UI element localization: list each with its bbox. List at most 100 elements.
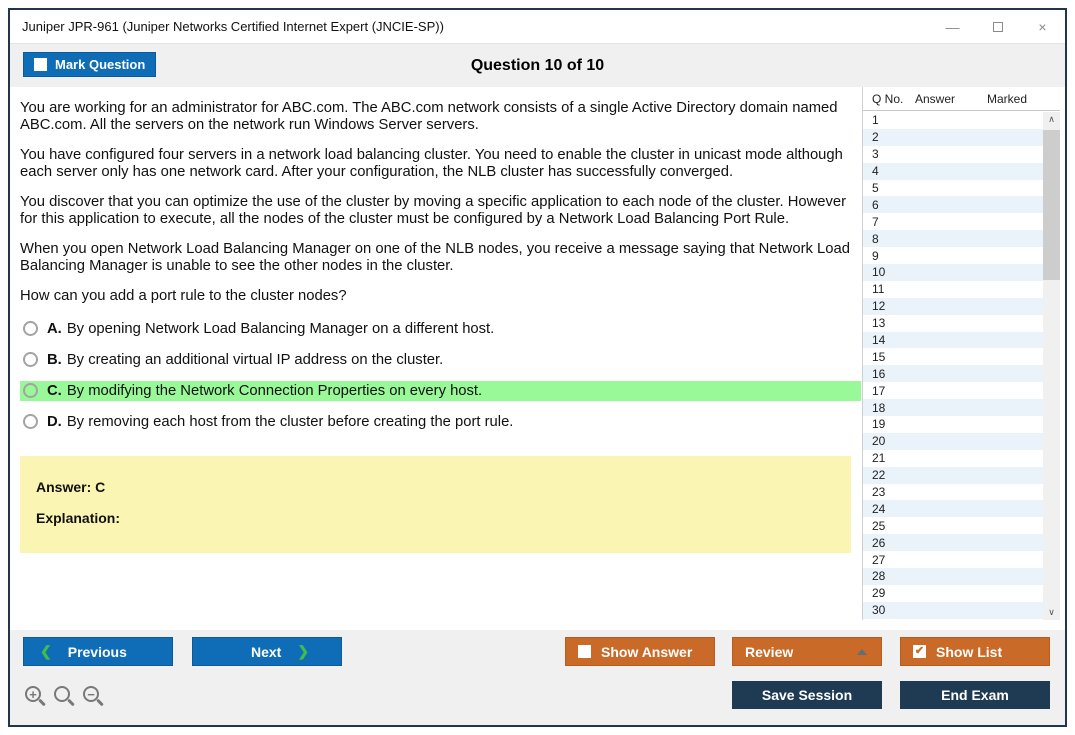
question-list-row[interactable]: 4: [863, 163, 1043, 180]
maximize-icon[interactable]: [975, 10, 1020, 43]
question-list-panel: Q No. Answer Marked 12345678910111213141…: [862, 87, 1060, 620]
row-qno: 14: [863, 333, 914, 347]
row-qno: 4: [863, 164, 914, 178]
option-row[interactable]: B.By creating an additional virtual IP a…: [20, 350, 861, 370]
scroll-up-icon[interactable]: ∧: [1043, 112, 1060, 127]
question-list-row[interactable]: 17: [863, 382, 1043, 399]
question-list-row[interactable]: 27: [863, 551, 1043, 568]
review-button[interactable]: Review: [732, 637, 882, 666]
row-qno: 2: [863, 130, 914, 144]
show-list-checkbox[interactable]: ✔: [913, 645, 926, 658]
zoom-reset-icon[interactable]: [54, 686, 70, 702]
row-qno: 27: [863, 553, 914, 567]
answer-options: A.By opening Network Load Balancing Mana…: [20, 319, 861, 432]
show-answer-checkbox[interactable]: [578, 645, 591, 658]
question-list-row[interactable]: 15: [863, 348, 1043, 365]
window-controls: — ×: [930, 10, 1065, 43]
save-session-label: Save Session: [762, 687, 852, 703]
question-list-row[interactable]: 25: [863, 517, 1043, 534]
question-list-row[interactable]: 2: [863, 129, 1043, 146]
window-title: Juniper JPR-961 (Juniper Networks Certif…: [10, 19, 444, 34]
question-list-row[interactable]: 13: [863, 315, 1043, 332]
triangle-up-icon: [857, 649, 867, 655]
option-text: By modifying the Network Connection Prop…: [67, 383, 482, 399]
mark-question-checkbox[interactable]: [34, 58, 47, 71]
zoom-in-icon[interactable]: +: [25, 686, 41, 702]
row-qno: 24: [863, 502, 914, 516]
review-label: Review: [745, 644, 793, 660]
radio-button-icon[interactable]: [23, 352, 38, 367]
radio-button-icon[interactable]: [23, 414, 38, 429]
question-list-row[interactable]: 28: [863, 568, 1043, 585]
chevron-left-icon: ❮: [40, 643, 52, 660]
question-list-row[interactable]: 12: [863, 298, 1043, 315]
question-list-row[interactable]: 5: [863, 180, 1043, 197]
col-answer: Answer: [915, 92, 987, 106]
question-list-row[interactable]: 23: [863, 484, 1043, 501]
row-qno: 1: [863, 113, 914, 127]
header-strip: Mark Question Question 10 of 10: [10, 44, 1065, 87]
question-list-row[interactable]: 7: [863, 213, 1043, 230]
radio-button-icon[interactable]: [23, 383, 38, 398]
option-letter: D.: [47, 414, 62, 430]
row-qno: 7: [863, 215, 914, 229]
question-paragraph: You discover that you can optimize the u…: [20, 194, 861, 227]
question-list-row[interactable]: 11: [863, 281, 1043, 298]
question-list-row[interactable]: 3: [863, 146, 1043, 163]
question-list-row[interactable]: 19: [863, 416, 1043, 433]
question-list-row[interactable]: 26: [863, 534, 1043, 551]
scrollbar-thumb[interactable]: [1043, 130, 1060, 280]
list-scrollbar[interactable]: ∧ ∨: [1043, 112, 1060, 620]
question-list-row[interactable]: 18: [863, 399, 1043, 416]
col-marked: Marked: [987, 92, 1047, 106]
show-list-button[interactable]: ✔ Show List: [900, 637, 1050, 666]
question-list-row[interactable]: 24: [863, 500, 1043, 517]
close-icon[interactable]: ×: [1020, 10, 1065, 43]
question-counter: Question 10 of 10: [110, 44, 965, 87]
option-text: By creating an additional virtual IP add…: [67, 352, 443, 368]
option-row[interactable]: C. By modifying the Network Connection Pr…: [20, 381, 861, 401]
next-button[interactable]: Next ❯: [192, 637, 342, 666]
question-list-row[interactable]: 20: [863, 433, 1043, 450]
question-list-row[interactable]: 16: [863, 365, 1043, 382]
question-paragraph: When you open Network Load Balancing Man…: [20, 241, 861, 274]
question-list-row[interactable]: 1: [863, 112, 1043, 129]
question-list-row[interactable]: 22: [863, 467, 1043, 484]
end-exam-button[interactable]: End Exam: [900, 681, 1050, 709]
question-paragraph: How can you add a port rule to the clust…: [20, 288, 861, 305]
minimize-icon[interactable]: —: [930, 10, 975, 43]
zoom-out-icon[interactable]: −: [83, 686, 99, 702]
previous-button[interactable]: ❮ Previous: [23, 637, 173, 666]
row-qno: 19: [863, 417, 914, 431]
exam-window: Juniper JPR-961 (Juniper Networks Certif…: [8, 8, 1067, 727]
question-list-row[interactable]: 30: [863, 602, 1043, 619]
radio-button-icon[interactable]: [23, 321, 38, 336]
question-list-row[interactable]: 29: [863, 585, 1043, 602]
question-list-row[interactable]: 9: [863, 247, 1043, 264]
question-paragraph: You have configured four servers in a ne…: [20, 147, 861, 180]
zoom-tools: + −: [25, 686, 99, 702]
show-answer-button[interactable]: Show Answer: [565, 637, 715, 666]
option-row[interactable]: A.By opening Network Load Balancing Mana…: [20, 319, 861, 339]
question-list-row[interactable]: 10: [863, 264, 1043, 281]
option-letter: C.: [47, 383, 62, 399]
question-list: 1234567891011121314151617181920212223242…: [863, 112, 1043, 620]
row-qno: 5: [863, 181, 914, 195]
answer-label: Answer: C: [36, 479, 835, 495]
bottom-toolbar: ❮ Previous Next ❯ Show Answer Review ✔ S…: [10, 630, 1065, 725]
row-qno: 9: [863, 249, 914, 263]
question-list-row[interactable]: 8: [863, 230, 1043, 247]
question-text: You are working for an administrator for…: [20, 100, 861, 305]
question-list-row[interactable]: 14: [863, 332, 1043, 349]
row-qno: 21: [863, 451, 914, 465]
option-row[interactable]: D.By removing each host from the cluster…: [20, 412, 861, 432]
show-answer-label: Show Answer: [601, 644, 692, 660]
row-qno: 16: [863, 367, 914, 381]
question-list-header: Q No. Answer Marked: [863, 87, 1060, 111]
scroll-down-icon[interactable]: ∨: [1043, 605, 1060, 620]
question-list-row[interactable]: 6: [863, 196, 1043, 213]
question-area: You are working for an administrator for…: [20, 87, 861, 553]
row-qno: 12: [863, 299, 914, 313]
question-list-row[interactable]: 21: [863, 450, 1043, 467]
save-session-button[interactable]: Save Session: [732, 681, 882, 709]
